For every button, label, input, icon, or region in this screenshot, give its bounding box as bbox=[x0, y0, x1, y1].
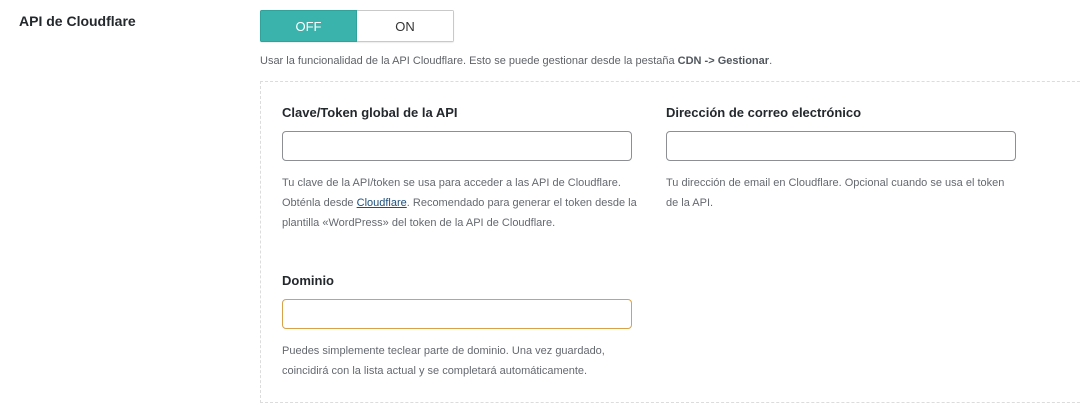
domain-input[interactable] bbox=[282, 299, 632, 329]
email-input[interactable] bbox=[666, 131, 1016, 161]
description-end: . bbox=[769, 55, 773, 67]
domain-label: Dominio bbox=[282, 273, 334, 288]
api-key-input[interactable] bbox=[282, 131, 632, 161]
domain-description: Puedes simplemente teclear parte de domi… bbox=[282, 345, 605, 377]
cloudflare-link[interactable]: Cloudflare bbox=[357, 197, 407, 209]
email-label: Dirección de correo electrónico bbox=[666, 105, 862, 120]
setting-description: Usar la funcionalidad de la API Cloudfla… bbox=[260, 55, 772, 67]
email-description: Tu dirección de email en Cloudflare. Opc… bbox=[666, 177, 1005, 209]
api-key-label: Clave/Token global de la API bbox=[282, 105, 458, 120]
off-on-toggle[interactable]: OFF ON bbox=[260, 10, 454, 42]
toggle-off-button[interactable]: OFF bbox=[260, 10, 357, 42]
toggle-on-button[interactable]: ON bbox=[357, 10, 454, 42]
cloudflare-api-setting-row: API de Cloudflare OFF ON Usar la funcion… bbox=[0, 0, 1082, 414]
description-tab-name: CDN -> Gestionar bbox=[677, 55, 770, 67]
description-text: Usar la funcionalidad de la API Cloudfla… bbox=[260, 55, 675, 67]
cloudflare-settings-panel: Clave/Token global de la API Tu clave de… bbox=[260, 81, 1082, 403]
api-key-description: Tu clave de la API/token se usa para acc… bbox=[282, 173, 642, 233]
setting-label: API de Cloudflare bbox=[19, 13, 136, 29]
